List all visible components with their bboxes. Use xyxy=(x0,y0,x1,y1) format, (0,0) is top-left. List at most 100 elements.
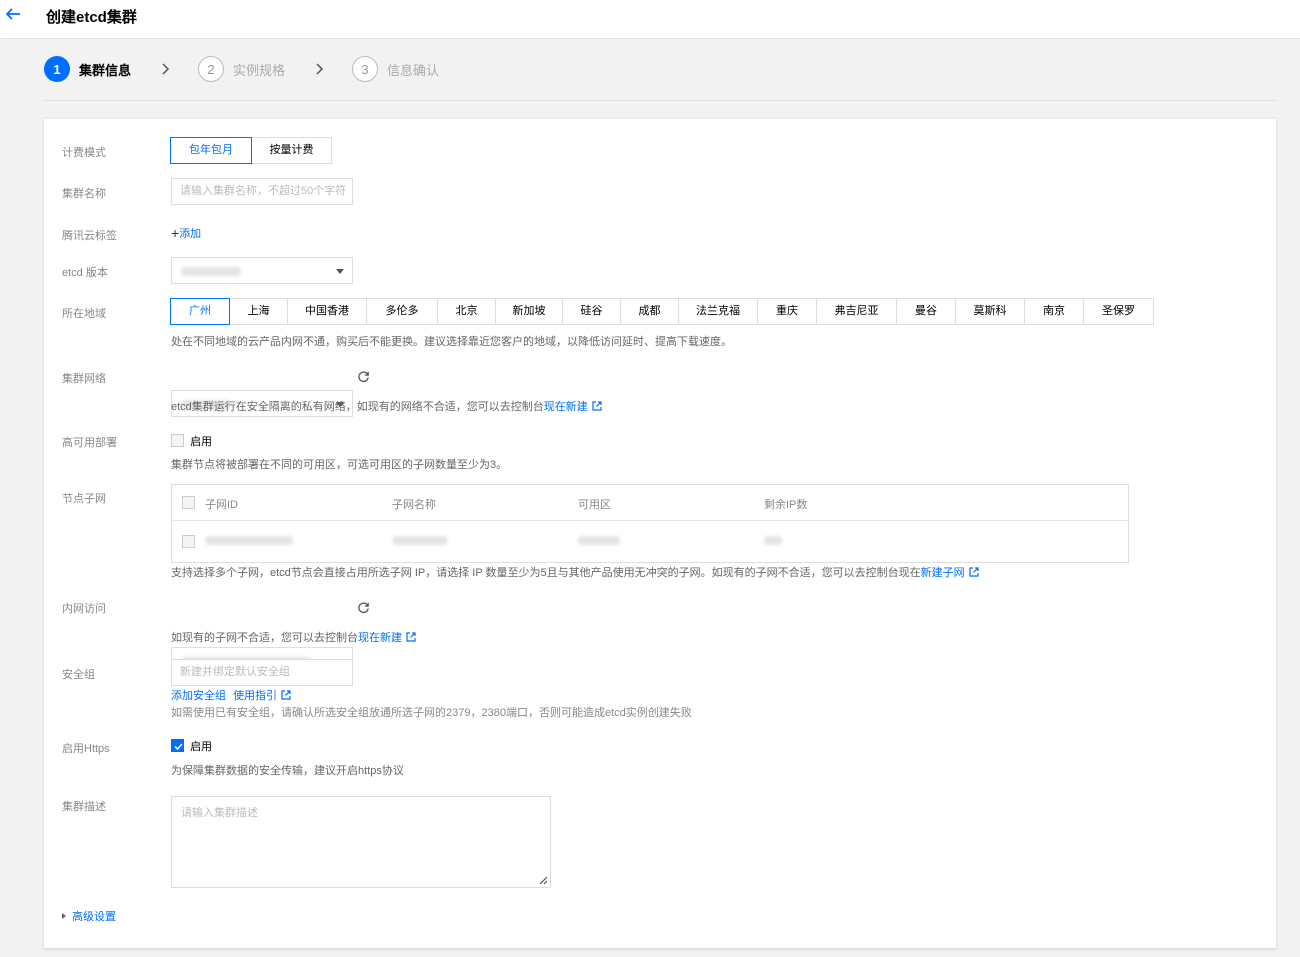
ha-option-label: 启用 xyxy=(190,436,213,448)
region-option[interactable]: 中国香港 xyxy=(287,298,367,325)
column-header: 可用区 xyxy=(578,499,611,511)
create-subnet-link[interactable]: 新建子网 xyxy=(921,567,965,579)
refresh-icon[interactable] xyxy=(357,370,370,383)
intranet-label: 内网访问 xyxy=(62,603,106,615)
cluster-name-label: 集群名称 xyxy=(62,188,106,200)
top-bar: 创建etcd集群 xyxy=(0,0,1300,39)
network-create-link[interactable]: 现在新建 xyxy=(544,401,588,413)
step-2: 2 实例规格 xyxy=(198,56,285,82)
subnet-hint: 支持选择多个子网，etcd节点会直接占用所选子网 IP，请选择 IP 数量至少为… xyxy=(171,564,979,580)
blurred-cell xyxy=(764,536,782,545)
table-header: 子网ID 子网名称 可用区 剩余IP数 xyxy=(172,485,1128,521)
region-option[interactable]: 北京 xyxy=(437,298,496,325)
subnet-table: 子网ID 子网名称 可用区 剩余IP数 xyxy=(171,484,1129,563)
region-option[interactable]: 广州 xyxy=(170,298,230,325)
step-label: 集群信息 xyxy=(79,62,132,78)
step-1: 1 集群信息 xyxy=(44,56,131,82)
chevron-right-icon xyxy=(316,63,324,75)
step-number: 3 xyxy=(352,56,378,82)
billing-mode-selector: 包年包月 按量计费 xyxy=(170,137,332,164)
ha-label: 高可用部署 xyxy=(62,437,117,449)
region-option[interactable]: 法兰克福 xyxy=(678,298,758,325)
back-arrow-icon[interactable] xyxy=(4,5,22,23)
blurred-cell xyxy=(392,536,448,545)
version-select[interactable] xyxy=(171,257,353,284)
step-number: 2 xyxy=(198,56,224,82)
external-link-icon[interactable] xyxy=(406,632,416,642)
refresh-icon[interactable] xyxy=(357,601,370,614)
blurred-value xyxy=(181,267,241,276)
https-hint: 为保障集群数据的安全传输，建议开启https协议 xyxy=(171,765,404,777)
checkbox-box[interactable] xyxy=(171,434,184,447)
step-number: 1 xyxy=(44,56,70,82)
step-label: 信息确认 xyxy=(387,62,440,78)
external-link-icon[interactable] xyxy=(281,690,291,700)
external-link-icon[interactable] xyxy=(969,567,979,577)
security-group-label: 安全组 xyxy=(62,669,95,681)
add-tag-button[interactable]: +添加 xyxy=(171,225,201,241)
ha-checkbox[interactable]: 启用 xyxy=(171,433,212,449)
security-group-hint: 如需使用已有安全组，请确认所选安全组放通所选子网的2379，2380端口，否则可… xyxy=(171,707,692,719)
intranet-create-link[interactable]: 现在新建 xyxy=(358,632,402,644)
region-option[interactable]: 莫斯科 xyxy=(955,298,1025,325)
https-checkbox[interactable]: 启用 xyxy=(171,738,212,754)
region-option[interactable]: 南京 xyxy=(1024,298,1084,325)
usage-guide-link[interactable]: 使用指引 xyxy=(233,690,277,702)
dropdown-caret-icon xyxy=(336,269,344,274)
region-selector: 广州 上海 中国香港 多伦多 北京 新加坡 硅谷 成都 法兰克福 重庆 弗吉尼亚… xyxy=(170,298,1154,325)
region-option[interactable]: 成都 xyxy=(620,298,679,325)
subnet-label: 节点子网 xyxy=(62,493,106,505)
description-textarea[interactable]: 请输入集群描述 xyxy=(171,796,551,888)
region-option[interactable]: 上海 xyxy=(229,298,288,325)
step-3: 3 信息确认 xyxy=(352,56,439,82)
column-header: 子网ID xyxy=(205,499,238,511)
advanced-settings-toggle[interactable]: 高级设置 xyxy=(62,908,116,924)
security-group-input[interactable]: 新建并绑定默认安全组 xyxy=(171,659,353,686)
billing-option-postpaid[interactable]: 按量计费 xyxy=(251,137,332,164)
cluster-name-input[interactable]: 请输入集群名称，不超过50个字符 xyxy=(171,178,353,205)
blurred-cell xyxy=(205,536,293,545)
security-group-links: 添加安全组 使用指引 xyxy=(171,687,291,703)
plus-icon: + xyxy=(171,225,180,241)
caret-right-icon xyxy=(62,913,66,919)
add-security-group-link[interactable]: 添加安全组 xyxy=(171,690,226,702)
network-label: 集群网络 xyxy=(62,373,106,385)
tags-label: 腾讯云标签 xyxy=(62,230,117,242)
select-all-checkbox[interactable] xyxy=(182,496,195,509)
description-label: 集群描述 xyxy=(62,801,106,813)
step-indicator: 1 集群信息 2 实例规格 3 信息确认 xyxy=(44,56,1276,82)
region-option[interactable]: 硅谷 xyxy=(562,298,621,325)
subnet-hint-text: 支持选择多个子网，etcd节点会直接占用所选子网 IP，请选择 IP 数量至少为… xyxy=(171,567,921,579)
region-option[interactable]: 弗吉尼亚 xyxy=(816,298,897,325)
add-tag-label: 添加 xyxy=(179,228,202,240)
region-option[interactable]: 重庆 xyxy=(757,298,817,325)
page-title: 创建etcd集群 xyxy=(46,9,137,26)
network-hint: etcd集群运行在安全隔离的私有网络，如现有的网络不合适，您可以去控制台现在新建 xyxy=(171,398,602,414)
step-label: 实例规格 xyxy=(233,62,286,78)
region-option[interactable]: 新加坡 xyxy=(495,298,563,325)
table-row[interactable] xyxy=(172,521,1128,562)
region-option[interactable]: 多伦多 xyxy=(366,298,438,325)
chevron-right-icon xyxy=(162,63,170,75)
region-option[interactable]: 曼谷 xyxy=(896,298,956,325)
version-label: etcd 版本 xyxy=(62,267,108,279)
region-option[interactable]: 圣保罗 xyxy=(1083,298,1154,325)
check-icon xyxy=(174,743,183,751)
ha-hint: 集群节点将被部署在不同的可用区，可选可用区的子网数量至少为3。 xyxy=(171,459,508,471)
advanced-settings-label: 高级设置 xyxy=(72,911,116,923)
checkbox-checked[interactable] xyxy=(171,739,184,752)
divider xyxy=(44,100,1276,101)
resize-handle-icon[interactable] xyxy=(539,876,547,884)
external-link-icon[interactable] xyxy=(592,401,602,411)
blurred-cell xyxy=(578,536,620,545)
https-label: 启用Https xyxy=(62,743,110,755)
network-hint-text: etcd集群运行在安全隔离的私有网络，如现有的网络不合适，您可以去控制台 xyxy=(171,401,544,413)
https-option-label: 启用 xyxy=(190,741,213,753)
billing-option-prepaid[interactable]: 包年包月 xyxy=(170,137,252,164)
billing-label: 计费模式 xyxy=(62,147,106,159)
row-checkbox[interactable] xyxy=(182,535,195,548)
region-hint: 处在不同地域的云产品内网不通，购买后不能更换。建议选择靠近您客户的地域，以降低访… xyxy=(171,336,732,348)
column-header: 剩余IP数 xyxy=(764,499,808,511)
intranet-hint: 如现有的子网不合适，您可以去控制台现在新建 xyxy=(171,629,416,645)
column-header: 子网名称 xyxy=(392,499,436,511)
